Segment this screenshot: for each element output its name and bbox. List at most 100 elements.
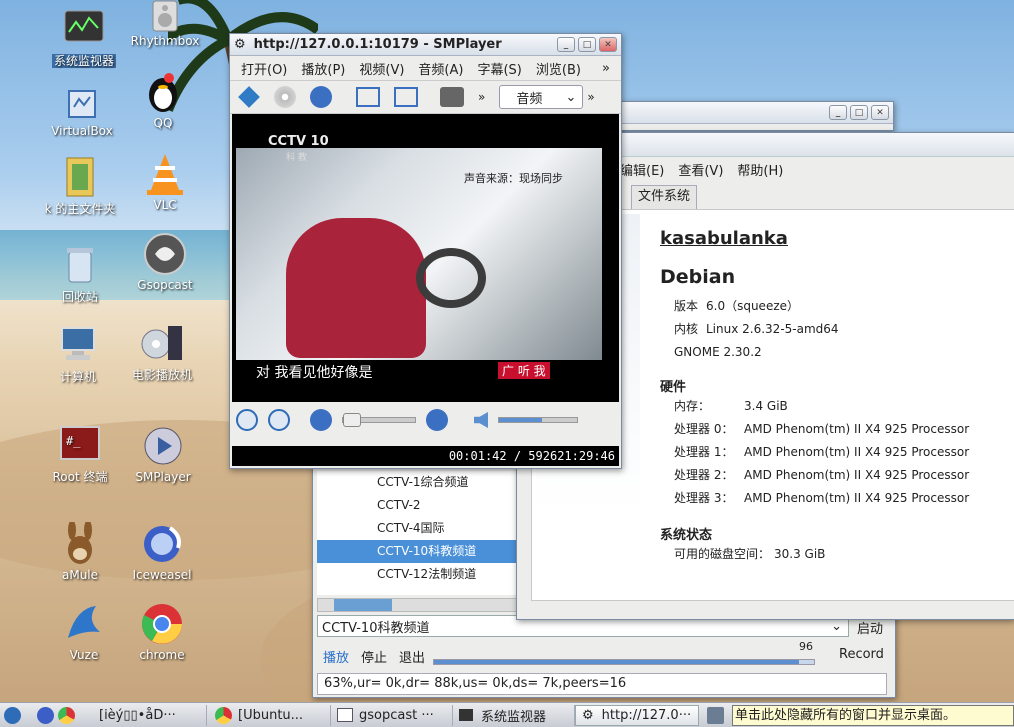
menu-subtitles[interactable]: 字幕(S) [470, 59, 528, 78]
desktop-icon-amule[interactable]: aMule [40, 522, 120, 582]
task-item[interactable]: 系统监视器 [453, 704, 575, 726]
seek-knob[interactable] [343, 413, 361, 427]
gnome-row: GNOME 2.30.2 [674, 344, 762, 359]
screenshot-icon[interactable] [440, 87, 464, 107]
chrome-icon [140, 602, 184, 646]
kernel-row: 内核 Linux 2.6.32-5-amd64 [674, 321, 839, 337]
background-window: _ □ ✕ [612, 101, 894, 131]
menu-play[interactable]: 播放(P) [294, 59, 352, 78]
cpu-row: 处理器 3： AMD Phenom(tm) II X4 925 Processor [674, 490, 970, 506]
audio-track-select[interactable]: 音频 ⌄ [499, 85, 584, 109]
browser-launcher-icon[interactable] [37, 706, 54, 724]
menu-browse[interactable]: 浏览(B) [529, 59, 588, 78]
task-item[interactable]: [Ubuntu... [207, 704, 331, 726]
list-item[interactable]: CCTV-2 [317, 494, 517, 517]
toolbar-more[interactable]: » [478, 90, 485, 104]
volume-fill [499, 418, 542, 422]
window-icon [337, 708, 353, 722]
hardware-heading: 硬件 [660, 380, 687, 395]
channel-list[interactable]: CCTV-1综合频道 CCTV-2 CCTV-4国际 CCTV-10科教频道 C… [317, 471, 517, 595]
desktop-icon-movie-player[interactable]: 电影播放机 [122, 320, 202, 383]
video-subtitle: 对 我看见他好像是 [256, 365, 373, 381]
rewind-icon[interactable] [310, 409, 332, 431]
stop-icon[interactable] [268, 409, 290, 431]
volume-icon[interactable] [474, 412, 488, 428]
smplayer-icon [141, 424, 185, 468]
chrome-launcher-icon[interactable] [58, 706, 75, 724]
compact-mode-icon[interactable] [356, 87, 380, 107]
volume-slider[interactable] [433, 659, 815, 665]
close-icon[interactable]: ✕ [871, 105, 889, 120]
desktop-icon-computer[interactable]: 计算机 [38, 322, 118, 385]
minimize-icon[interactable]: _ [829, 105, 847, 120]
desktop-icon-chrome[interactable]: chrome [122, 602, 202, 662]
list-item[interactable]: CCTV-4国际 [317, 517, 517, 540]
maximize-icon[interactable]: □ [578, 37, 596, 52]
movie-player-icon [140, 320, 184, 364]
open-url-icon[interactable] [310, 86, 332, 108]
menu-audio[interactable]: 音频(A) [411, 59, 470, 78]
menu-help[interactable]: 帮助(H) [730, 160, 790, 179]
system-status-heading: 系统状态 [660, 528, 713, 543]
seek-slider[interactable] [342, 413, 416, 427]
start-button[interactable]: 启动 [857, 618, 883, 637]
desktop-icon-root-terminal[interactable]: #_ Root 终端 [40, 422, 120, 485]
minimize-icon[interactable]: _ [557, 37, 575, 52]
stop-button[interactable]: 停止 [361, 647, 387, 666]
menu-launcher-icon[interactable] [4, 706, 21, 724]
task-item[interactable]: gsopcast ··· [331, 704, 453, 726]
show-desktop-tooltip[interactable]: 单击此处隐藏所有的窗口并显示桌面。 [732, 704, 1014, 726]
fullscreen-icon[interactable] [394, 87, 418, 107]
volume-slider[interactable] [498, 417, 578, 423]
version-row: 版本 6.0（squeeze） [674, 299, 800, 313]
tab-filesystems[interactable]: 文件系统 [631, 185, 698, 209]
desktop-icon-rhythmbox[interactable]: Rhythmbox [125, 0, 205, 48]
control-bar [230, 402, 621, 438]
task-item[interactable]: [ièý▯▯•åD··· [93, 704, 207, 726]
desktop-icon-system-monitor[interactable]: 系统监视器 [44, 6, 124, 69]
desktop-icon-home-folder[interactable]: k 的主文件夹 [40, 154, 120, 217]
memory-row: 内存： 3.4 GiB [674, 398, 788, 414]
list-item[interactable]: CCTV-12法制频道 [317, 563, 517, 586]
smplayer-window: ⚙ http://127.0.0.1:10179 - SMPlayer _ □ ✕ … [229, 33, 622, 469]
desktop-icon-qq[interactable]: QQ [123, 70, 203, 130]
video-area[interactable]: CCTV 10 科 教 声音来源：现场同步 对 我看见他好像是 广 听 我 [232, 114, 619, 402]
task-item-active[interactable]: ⚙ http://127.0··· [575, 704, 699, 726]
desktop-icon-iceweasel[interactable]: Iceweasel [122, 522, 202, 582]
desktop-icon-trash[interactable]: 回收站 [40, 242, 120, 305]
qq-penguin-icon [141, 70, 185, 114]
desktop-icon-virtualbox[interactable]: VirtualBox [42, 86, 122, 138]
desktop-icon-vlc[interactable]: VLC [125, 152, 205, 212]
cpu-row: 处理器 2： AMD Phenom(tm) II X4 925 Processor [674, 467, 970, 483]
desktop-icon-smplayer[interactable]: SMPlayer [123, 424, 203, 484]
computer-icon [56, 322, 100, 366]
cpu-row: 处理器 0： AMD Phenom(tm) II X4 925 Processor [674, 421, 970, 437]
desktop-icon-vuze[interactable]: Vuze [44, 602, 124, 662]
open-dvd-icon[interactable] [274, 86, 296, 108]
close-icon[interactable]: ✕ [599, 37, 617, 52]
vlc-cone-icon [143, 152, 187, 196]
home-folder-icon [58, 154, 102, 198]
menu-more[interactable]: » [595, 61, 617, 76]
toolbar-more-2[interactable]: » [587, 90, 594, 104]
record-button[interactable]: Record [839, 647, 884, 662]
menu-video[interactable]: 视频(V) [352, 59, 411, 78]
maximize-icon[interactable]: □ [850, 105, 868, 120]
chevron-down-icon: ⌄ [831, 618, 842, 634]
tray-icon[interactable] [707, 706, 724, 724]
scrollbar-thumb[interactable] [334, 599, 392, 611]
play-pause-icon[interactable] [236, 409, 258, 431]
menu-view[interactable]: 查看(V) [671, 160, 730, 179]
desktop-icon-gsopcast[interactable]: Gsopcast [125, 232, 205, 292]
open-file-icon[interactable] [238, 86, 260, 108]
list-item-selected[interactable]: CCTV-10科教频道 [317, 540, 517, 563]
quit-button[interactable]: 退出 [399, 647, 425, 666]
svg-text:#_: #_ [66, 434, 81, 448]
horizontal-scrollbar[interactable] [317, 598, 517, 612]
toolbar: » 音频 ⌄ » [230, 80, 621, 114]
menu-open[interactable]: 打开(O) [234, 59, 294, 78]
forward-icon[interactable] [426, 409, 448, 431]
play-button[interactable]: 播放 [323, 647, 349, 666]
list-item[interactable]: CCTV-1综合频道 [317, 471, 517, 494]
steering-wheel [416, 248, 486, 308]
